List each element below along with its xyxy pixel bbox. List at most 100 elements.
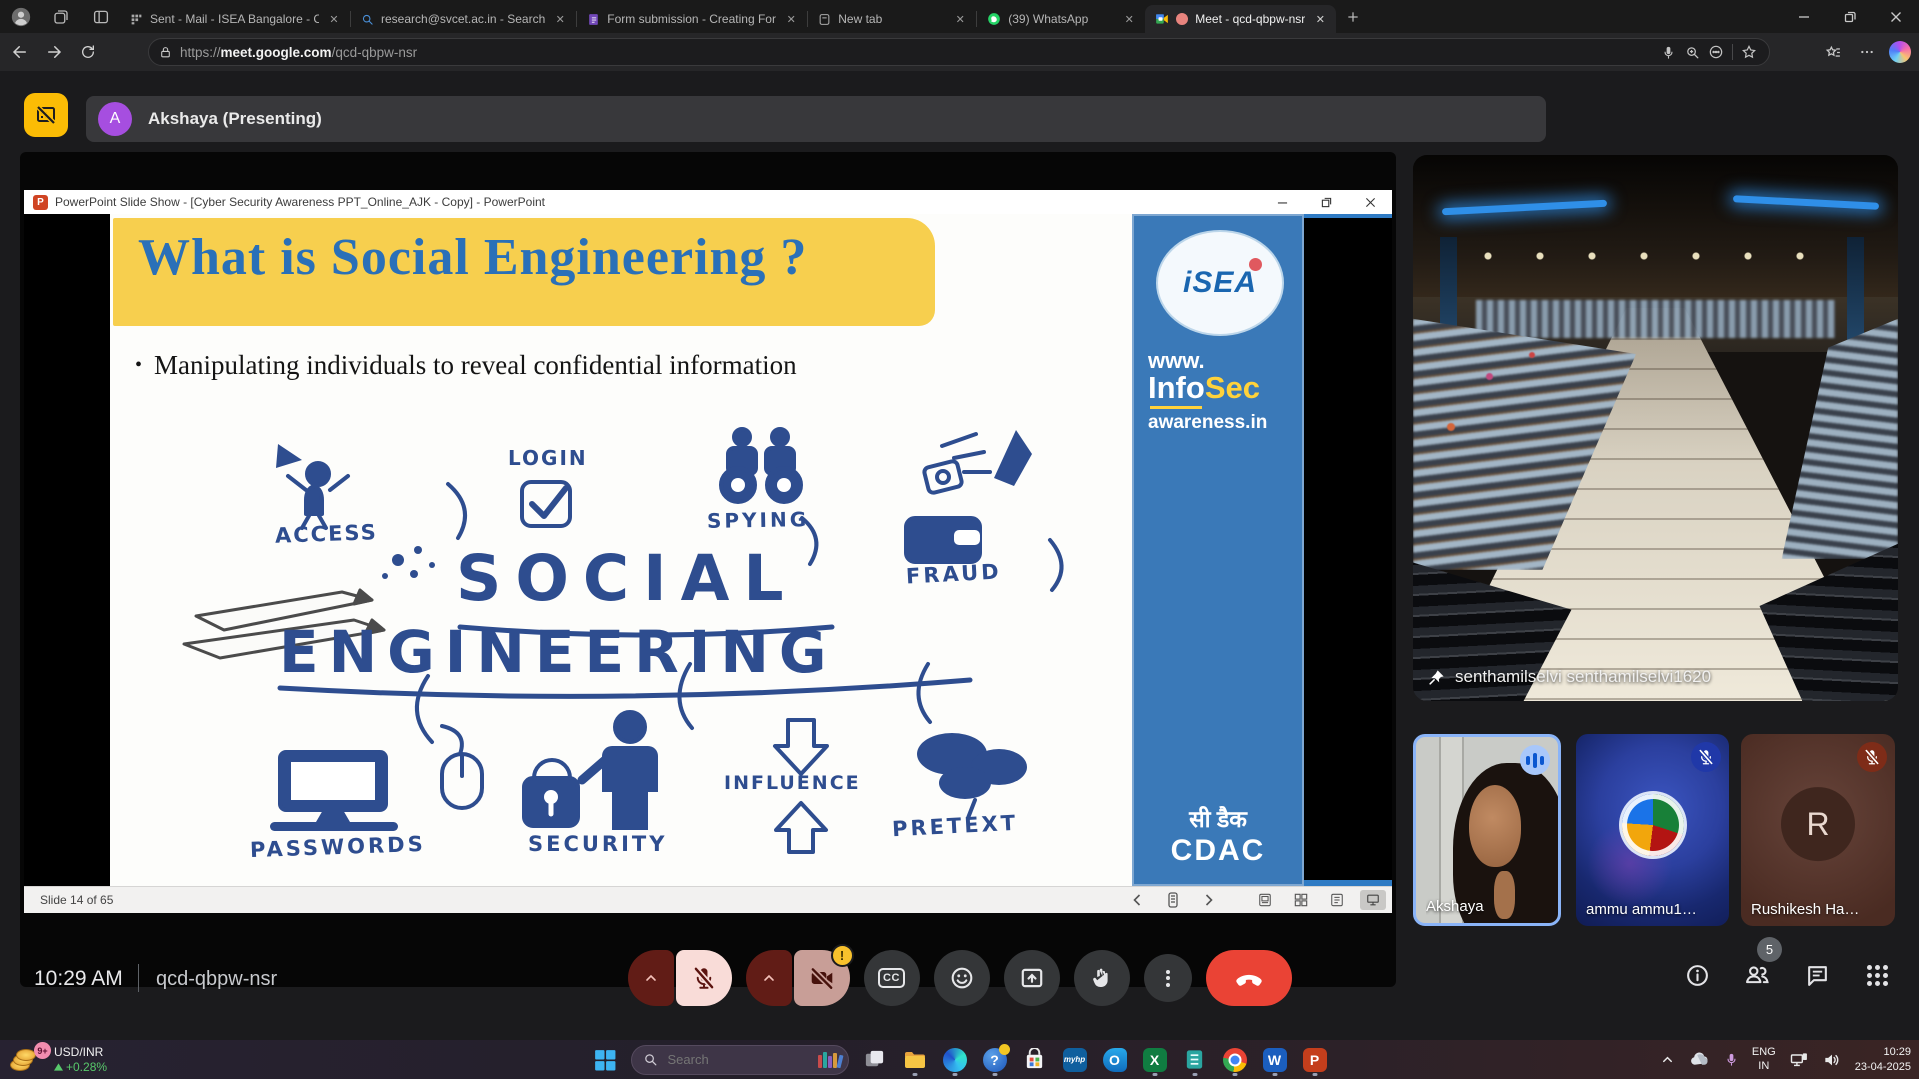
notes-app-button[interactable]	[1181, 1043, 1209, 1077]
more-options-button[interactable]	[1144, 954, 1192, 1002]
onedrive-icon[interactable]	[1688, 1048, 1711, 1071]
network-icon[interactable]	[1789, 1050, 1809, 1070]
favorites-bar-icon[interactable]	[1821, 40, 1845, 64]
participant-tile-akshaya[interactable]: Akshaya	[1413, 734, 1561, 926]
task-view-button[interactable]	[861, 1043, 889, 1077]
mic-in-use-icon[interactable]	[1724, 1052, 1739, 1067]
tab-close-icon[interactable]: ✕	[952, 11, 968, 27]
search-input[interactable]	[666, 1051, 790, 1068]
camera-toggle-button[interactable]: !	[794, 950, 850, 1006]
isea-banner: iSEA www. InfoSec awareness.in सी डैक CD…	[1132, 214, 1304, 886]
language-indicator[interactable]: ENG IN	[1752, 1046, 1776, 1072]
see-all-slides-button[interactable]	[1288, 890, 1314, 910]
participant-tile-rushikesh[interactable]: R Rushikesh Ha…	[1741, 734, 1895, 926]
tab-forms[interactable]: Form submission - Creating Form ✕	[577, 5, 807, 33]
powerpoint-button[interactable]: P	[1301, 1043, 1329, 1077]
previous-slide-button[interactable]	[1124, 890, 1150, 910]
tab-whatsapp[interactable]: (39) WhatsApp ✕	[977, 5, 1145, 33]
presenter-banner[interactable]: A Akshaya (Presenting)	[86, 96, 1546, 142]
tab-close-icon[interactable]: ✕	[1312, 11, 1328, 27]
window-close-button[interactable]	[1873, 0, 1919, 33]
reactions-button[interactable]	[934, 950, 990, 1006]
help-app-button[interactable]: ?	[981, 1043, 1009, 1077]
mic-toggle-button[interactable]	[676, 950, 732, 1006]
display-settings-button[interactable]	[1360, 890, 1386, 910]
zoom-page-icon[interactable]	[1680, 40, 1704, 64]
ppt-restore-button[interactable]	[1304, 190, 1348, 214]
page-tools-icon[interactable]	[1704, 40, 1728, 64]
word-influence: INFLUENCE	[724, 772, 861, 794]
next-slide-button[interactable]	[1196, 890, 1222, 910]
captions-button[interactable]: CC	[864, 950, 920, 1006]
word-login: LOGIN	[508, 446, 588, 470]
favorite-star-icon[interactable]	[1737, 40, 1761, 64]
start-button[interactable]	[591, 1043, 619, 1077]
clock[interactable]: 10:29 23-04-2025	[1855, 1045, 1911, 1074]
meeting-panels	[1684, 962, 1890, 988]
word-button[interactable]: W	[1261, 1043, 1289, 1077]
copilot-icon[interactable]	[1889, 41, 1911, 63]
google-meet-icon	[1155, 12, 1169, 26]
show-everyone-button[interactable]	[1744, 962, 1770, 988]
stocks-widget[interactable]: 9+ USD/INR +0.28%	[10, 1042, 107, 1077]
volume-icon[interactable]	[1822, 1050, 1842, 1070]
window-minimize-button[interactable]	[1781, 0, 1827, 33]
chrome-button[interactable]	[1221, 1043, 1249, 1077]
raise-hand-button[interactable]	[1074, 950, 1130, 1006]
file-explorer-button[interactable]	[901, 1043, 929, 1077]
shared-screen-tile[interactable]: P PowerPoint Slide Show - [Cyber Securit…	[20, 152, 1396, 987]
meeting-details-button[interactable]	[1684, 962, 1710, 988]
present-screen-button[interactable]	[1004, 950, 1060, 1006]
excel-button[interactable]: X	[1141, 1043, 1169, 1077]
notes-view-button[interactable]	[1252, 890, 1278, 910]
system-tray: ENG IN 10:29 23-04-2025	[1660, 1040, 1911, 1079]
profile-avatar-icon[interactable]	[9, 5, 33, 29]
tab-close-icon[interactable]: ✕	[552, 11, 568, 27]
taskbar-search[interactable]	[631, 1045, 849, 1075]
tab-newtab[interactable]: New tab ✕	[808, 5, 976, 33]
voice-search-icon[interactable]	[1656, 40, 1680, 64]
tab-search[interactable]: research@svcet.ac.in - Search ✕	[351, 5, 576, 33]
new-tab-button[interactable]	[1340, 4, 1366, 30]
back-button[interactable]	[6, 38, 34, 66]
mic-options-button[interactable]	[628, 950, 674, 1006]
tab-meet-active[interactable]: Meet - qcd-qbpw-nsr ✕	[1145, 5, 1336, 33]
myhp-button[interactable]: myhp	[1061, 1043, 1089, 1077]
search-icon	[643, 1052, 658, 1067]
ppt-close-button[interactable]	[1348, 190, 1392, 214]
tab-close-icon[interactable]: ✕	[1121, 11, 1137, 27]
ceiling-downlights	[1462, 248, 1850, 264]
workspaces-icon[interactable]	[49, 5, 73, 29]
social-engineering-illustration: ACCESS LOGIN SPYING FRAUD SOCIAL ENGINEE…	[130, 424, 1280, 876]
participant-tile-ammu[interactable]: ammu ammu1…	[1576, 734, 1729, 926]
presentation-warning-chip[interactable]	[24, 93, 68, 137]
chat-button[interactable]	[1804, 962, 1830, 988]
tab-close-icon[interactable]: ✕	[783, 11, 799, 27]
pen-tool-button[interactable]	[1160, 890, 1186, 910]
running-indicator	[1232, 1073, 1237, 1076]
camera-options-button[interactable]	[746, 950, 792, 1006]
refresh-button[interactable]	[74, 38, 102, 66]
tab-close-icon[interactable]: ✕	[326, 11, 342, 27]
camera-warning-badge: !	[831, 944, 854, 967]
settings-more-icon[interactable]	[1855, 40, 1879, 64]
tray-chevron-icon[interactable]	[1660, 1052, 1675, 1067]
page-icon	[818, 13, 831, 26]
outlook-button[interactable]: O	[1101, 1043, 1129, 1077]
ppt-minimize-button[interactable]	[1260, 190, 1304, 214]
meet-page: A Akshaya (Presenting) P PowerPoint Slid…	[0, 71, 1919, 1040]
running-indicator	[1312, 1073, 1317, 1076]
window-restore-button[interactable]	[1827, 0, 1873, 33]
edge-button[interactable]	[941, 1043, 969, 1077]
activities-button[interactable]	[1864, 962, 1890, 988]
tab-title: research@svcet.ac.in - Search	[381, 12, 545, 26]
tab-mail[interactable]: Sent - Mail - ISEA Bangalore - CD ✕	[120, 5, 350, 33]
pinned-video-tile[interactable]: senthamilselvi senthamilselvi1620	[1413, 155, 1898, 701]
tab-actions-icon[interactable]	[89, 5, 113, 29]
microsoft-store-button[interactable]	[1021, 1043, 1049, 1077]
forward-button[interactable]	[40, 38, 68, 66]
end-call-button[interactable]	[1206, 950, 1292, 1006]
presenter-avatar: A	[98, 102, 132, 136]
address-bar[interactable]: https://meet.google.com/qcd-qbpw-nsr	[148, 38, 1770, 66]
zoom-slide-button[interactable]	[1324, 890, 1350, 910]
